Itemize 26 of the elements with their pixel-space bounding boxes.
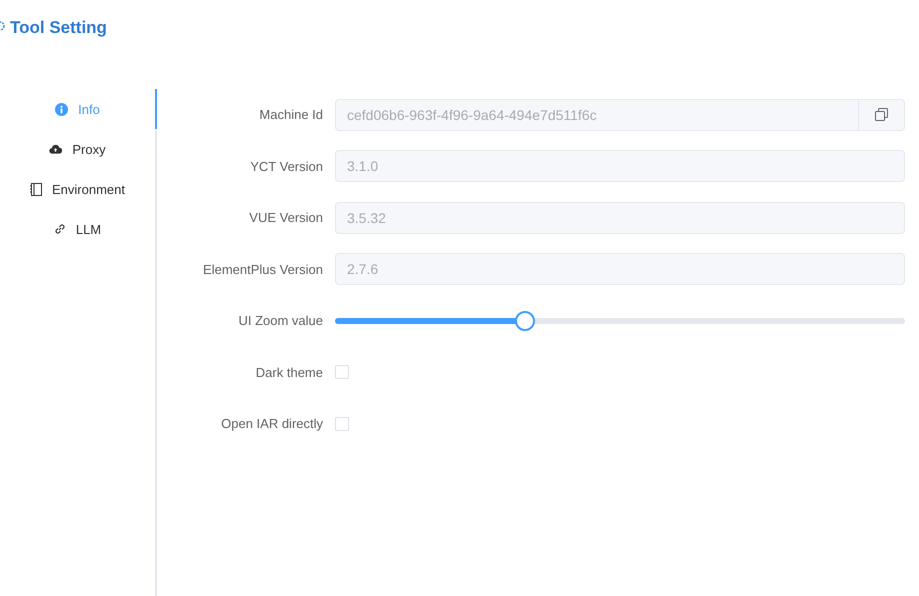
text-field[interactable]: cefd06b6-963f-4f96-9a64-494e7d511f6c: [335, 98, 859, 131]
link-icon: [54, 223, 66, 235]
field-label: YCT Version: [249, 158, 324, 174]
field-label: VUE Version: [248, 210, 324, 226]
field-label: ElementPlus Version: [202, 262, 324, 277]
sidebar-item[interactable]: Proxy: [0, 129, 155, 169]
text-field[interactable]: 3.1.0: [335, 150, 905, 182]
sidebar-item[interactable]: LLM: [0, 209, 155, 249]
field-label: UI Zoom value: [237, 313, 324, 328]
text-field[interactable]: 3.5.32: [335, 202, 905, 234]
copy-icon: [875, 108, 888, 122]
field-label: Machine Id: [258, 107, 324, 122]
window-title: Tool Setting: [10, 17, 107, 39]
selection-indicator: [155, 89, 157, 129]
checkbox[interactable]: [335, 365, 349, 380]
slider-handle[interactable]: [514, 310, 535, 331]
sidebar-item[interactable]: Environment: [0, 169, 155, 209]
cloud-upload-icon: [49, 144, 62, 154]
sidebar-item[interactable]: Info: [0, 89, 155, 129]
text-field[interactable]: 2.7.6: [335, 253, 905, 286]
copy-button[interactable]: [859, 98, 905, 131]
checkbox[interactable]: [335, 416, 349, 431]
field-label: Open IAR directly: [220, 416, 324, 432]
info-icon: [55, 102, 68, 116]
field-label: Dark theme: [254, 364, 324, 380]
notebook-icon: [30, 182, 42, 196]
